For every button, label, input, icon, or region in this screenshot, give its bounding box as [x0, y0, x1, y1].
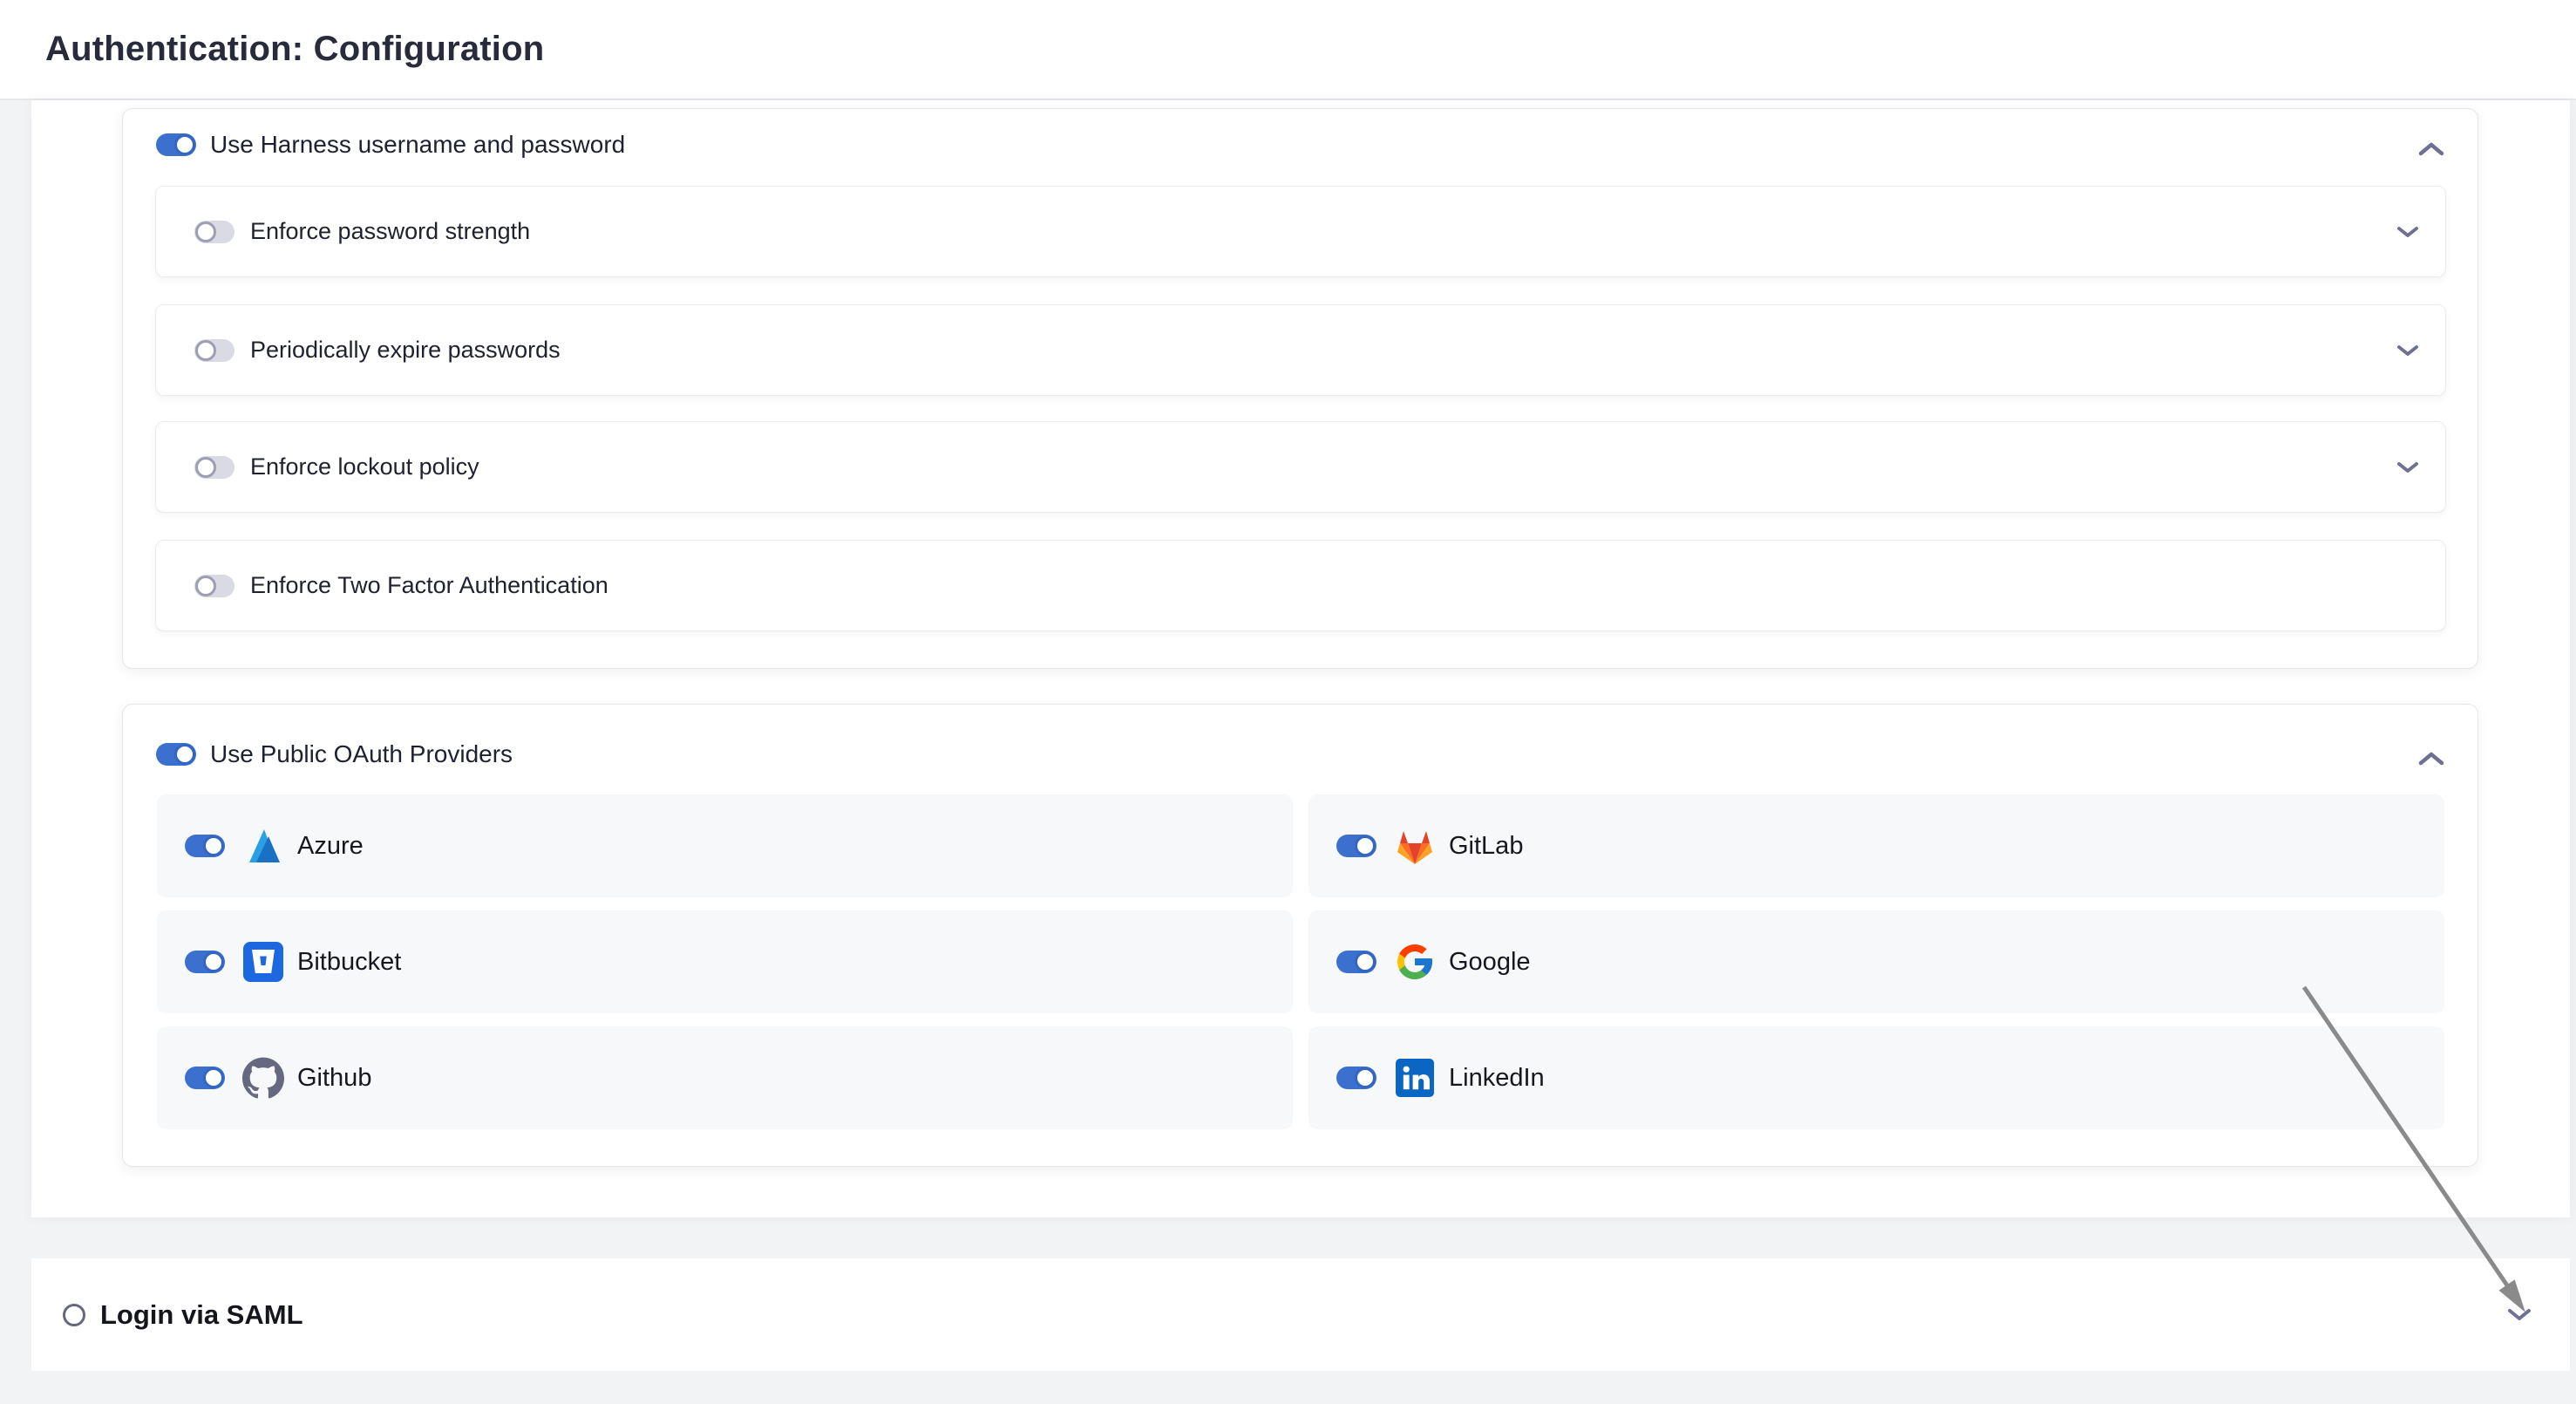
provider-label: Bitbucket: [297, 948, 401, 977]
bitbucket-toggle[interactable]: [185, 951, 225, 973]
saml-label: Login via SAML: [100, 1258, 303, 1371]
lockout-policy-row[interactable]: Enforce lockout policy: [155, 421, 2446, 513]
oauth-toggle[interactable]: [156, 743, 196, 766]
username-password-header: Use Harness username and password: [156, 109, 625, 181]
github-logo-icon: [242, 1057, 284, 1099]
setting-row-label: Enforce lockout policy: [250, 453, 479, 480]
chevron-up-icon[interactable]: [2409, 132, 2454, 167]
enforce-password-strength-row[interactable]: Enforce password strength: [155, 186, 2446, 277]
saml-section-bar[interactable]: Login via SAML: [31, 1258, 2570, 1371]
expire-passwords-toggle[interactable]: [194, 339, 234, 362]
provider-tile-gitlab: GitLab: [1308, 794, 2444, 897]
chevron-down-icon[interactable]: [2396, 422, 2419, 512]
setting-row-label: Periodically expire passwords: [250, 337, 561, 364]
toggle-knob: [203, 835, 224, 856]
saml-radio[interactable]: [63, 1304, 85, 1326]
toggle-knob: [1355, 835, 1376, 856]
username-password-label: Use Harness username and password: [210, 131, 625, 159]
linkedin-toggle[interactable]: [1336, 1067, 1376, 1089]
toggle-knob: [174, 134, 195, 155]
github-toggle[interactable]: [185, 1067, 225, 1089]
google-logo-icon: [1394, 941, 1436, 983]
page-header: Authentication: Configuration: [0, 0, 2576, 100]
two-factor-row[interactable]: Enforce Two Factor Authentication: [155, 540, 2446, 631]
provider-tile-github: Github: [157, 1026, 1293, 1129]
username-password-section: Use Harness username and password Enforc…: [122, 108, 2478, 669]
toggle-knob: [203, 951, 224, 972]
page-title: Authentication: Configuration: [45, 0, 544, 99]
azure-toggle[interactable]: [185, 835, 225, 857]
gitlab-toggle[interactable]: [1336, 835, 1376, 857]
oauth-header: Use Public OAuth Providers: [156, 705, 513, 804]
toggle-knob: [195, 222, 216, 242]
toggle-knob: [1355, 1067, 1376, 1088]
toggle-knob: [203, 1067, 224, 1088]
lockout-policy-toggle[interactable]: [194, 456, 234, 479]
provider-label: GitLab: [1449, 832, 1523, 861]
toggle-knob: [174, 744, 195, 765]
gitlab-logo-icon: [1394, 825, 1436, 867]
oauth-label: Use Public OAuth Providers: [210, 740, 513, 768]
azure-logo-icon: [242, 825, 284, 867]
linkedin-logo-icon: [1394, 1057, 1436, 1099]
chevron-up-icon[interactable]: [2409, 741, 2454, 776]
provider-label: LinkedIn: [1449, 1064, 1545, 1093]
toggle-knob: [195, 576, 216, 596]
provider-tile-azure: Azure: [157, 794, 1293, 897]
setting-row-label: Enforce password strength: [250, 218, 530, 245]
toggle-knob: [1355, 951, 1376, 972]
username-password-toggle[interactable]: [156, 133, 196, 156]
provider-tile-google: Google: [1308, 910, 2444, 1013]
authentication-configuration-page: Authentication: Configuration Use Harnes…: [0, 0, 2576, 1404]
expire-passwords-row[interactable]: Periodically expire passwords: [155, 304, 2446, 396]
toggle-knob: [195, 457, 216, 478]
provider-tile-bitbucket: Bitbucket: [157, 910, 1293, 1013]
chevron-down-icon[interactable]: [2396, 305, 2419, 395]
two-factor-toggle[interactable]: [194, 575, 234, 597]
provider-tile-linkedin: LinkedIn: [1308, 1026, 2444, 1129]
oauth-providers-section: Use Public OAuth Providers Azure: [122, 704, 2478, 1167]
provider-label: Google: [1449, 948, 1531, 977]
bitbucket-logo-icon: [242, 941, 284, 983]
setting-row-label: Enforce Two Factor Authentication: [250, 572, 608, 599]
enforce-password-strength-toggle[interactable]: [194, 221, 234, 243]
google-toggle[interactable]: [1336, 951, 1376, 973]
chevron-down-icon[interactable]: [2507, 1258, 2532, 1371]
toggle-knob: [195, 340, 216, 361]
provider-label: Azure: [297, 832, 364, 861]
provider-label: Github: [297, 1064, 371, 1093]
chevron-down-icon[interactable]: [2396, 187, 2419, 276]
